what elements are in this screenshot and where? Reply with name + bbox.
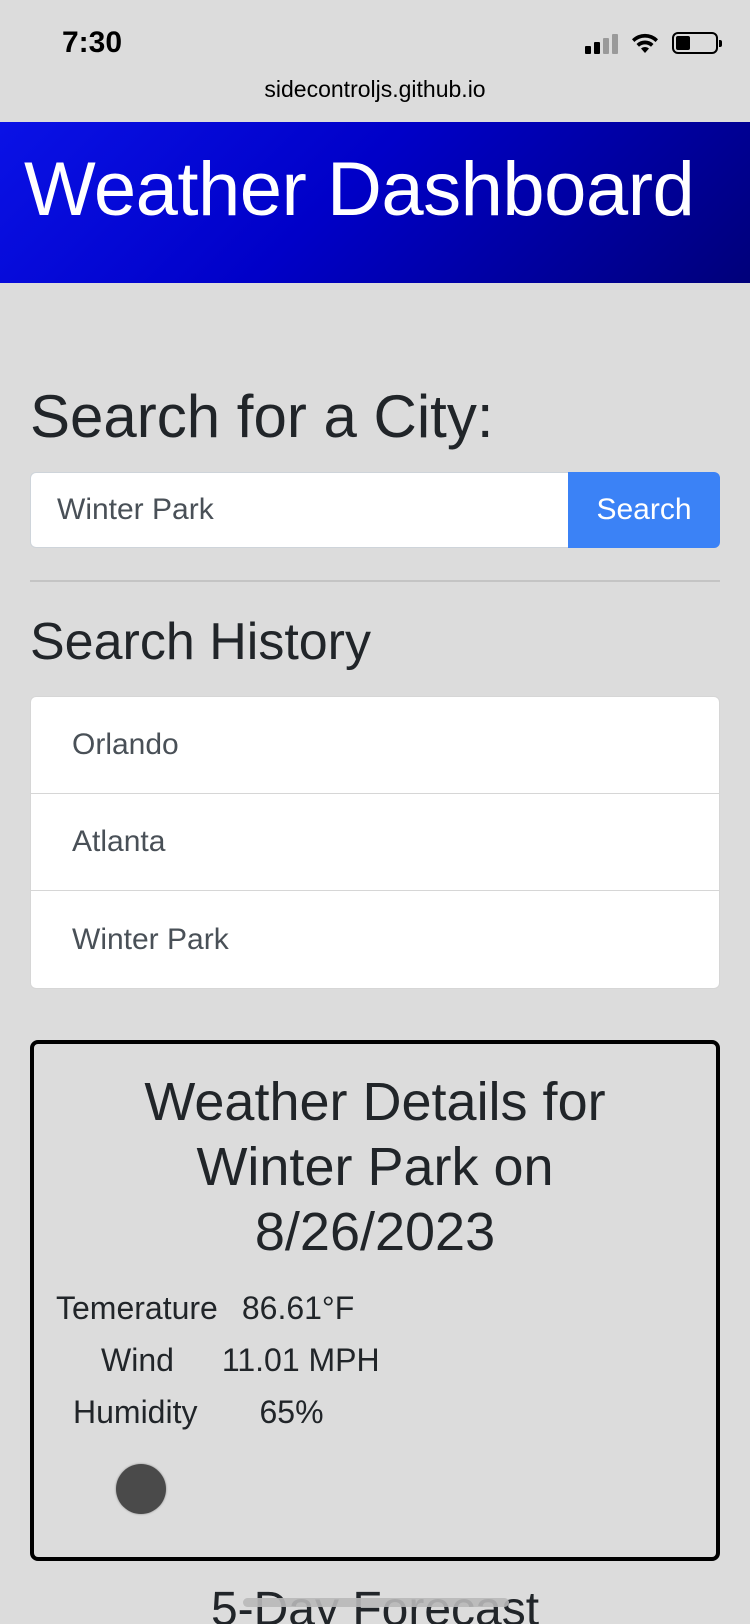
address-bar[interactable]: sidecontroljs.github.io — [0, 76, 750, 103]
humidity-label: Humidity — [73, 1394, 198, 1430]
page-title: Weather Dashboard — [24, 147, 695, 232]
history-item-atlanta[interactable]: Atlanta — [31, 794, 719, 891]
search-history-list: Orlando Atlanta Winter Park — [30, 696, 720, 989]
history-item-orlando[interactable]: Orlando — [31, 697, 719, 794]
temperature-value: 86.61°F — [241, 1290, 355, 1326]
status-bar: 7:30 — [0, 0, 750, 88]
weather-details-card: Weather Details for Winter Park on 8/26/… — [30, 1040, 720, 1561]
divider — [30, 580, 720, 582]
status-icons — [585, 32, 722, 54]
weather-icon — [116, 1464, 166, 1514]
cellular-signal-icon — [585, 32, 618, 54]
home-indicator — [243, 1598, 509, 1607]
search-heading: Search for a City: — [30, 383, 494, 450]
search-form: Search — [30, 472, 720, 548]
humidity-row: Humidity 65% — [73, 1394, 324, 1431]
wind-value: 11.01 MPH — [221, 1342, 380, 1378]
status-time: 7:30 — [62, 26, 123, 59]
wifi-icon — [632, 33, 658, 53]
city-search-input[interactable] — [30, 472, 568, 548]
page-header: Weather Dashboard — [0, 122, 750, 283]
temperature-row: Temerature 86.61°F — [56, 1290, 354, 1327]
humidity-value: 65% — [259, 1394, 324, 1430]
page: 7:30 sidecontroljs.github.io Weather Das… — [0, 0, 750, 1624]
wind-label: Wind — [101, 1342, 174, 1378]
battery-icon — [672, 32, 722, 54]
search-history-heading: Search History — [30, 613, 371, 671]
search-button[interactable]: Search — [568, 472, 720, 548]
weather-details-title: Weather Details for Winter Park on 8/26/… — [144, 1072, 606, 1262]
wind-row: Wind 11.01 MPH — [101, 1342, 380, 1379]
history-item-winter-park[interactable]: Winter Park — [31, 891, 719, 988]
temperature-label: Temerature — [56, 1290, 218, 1326]
